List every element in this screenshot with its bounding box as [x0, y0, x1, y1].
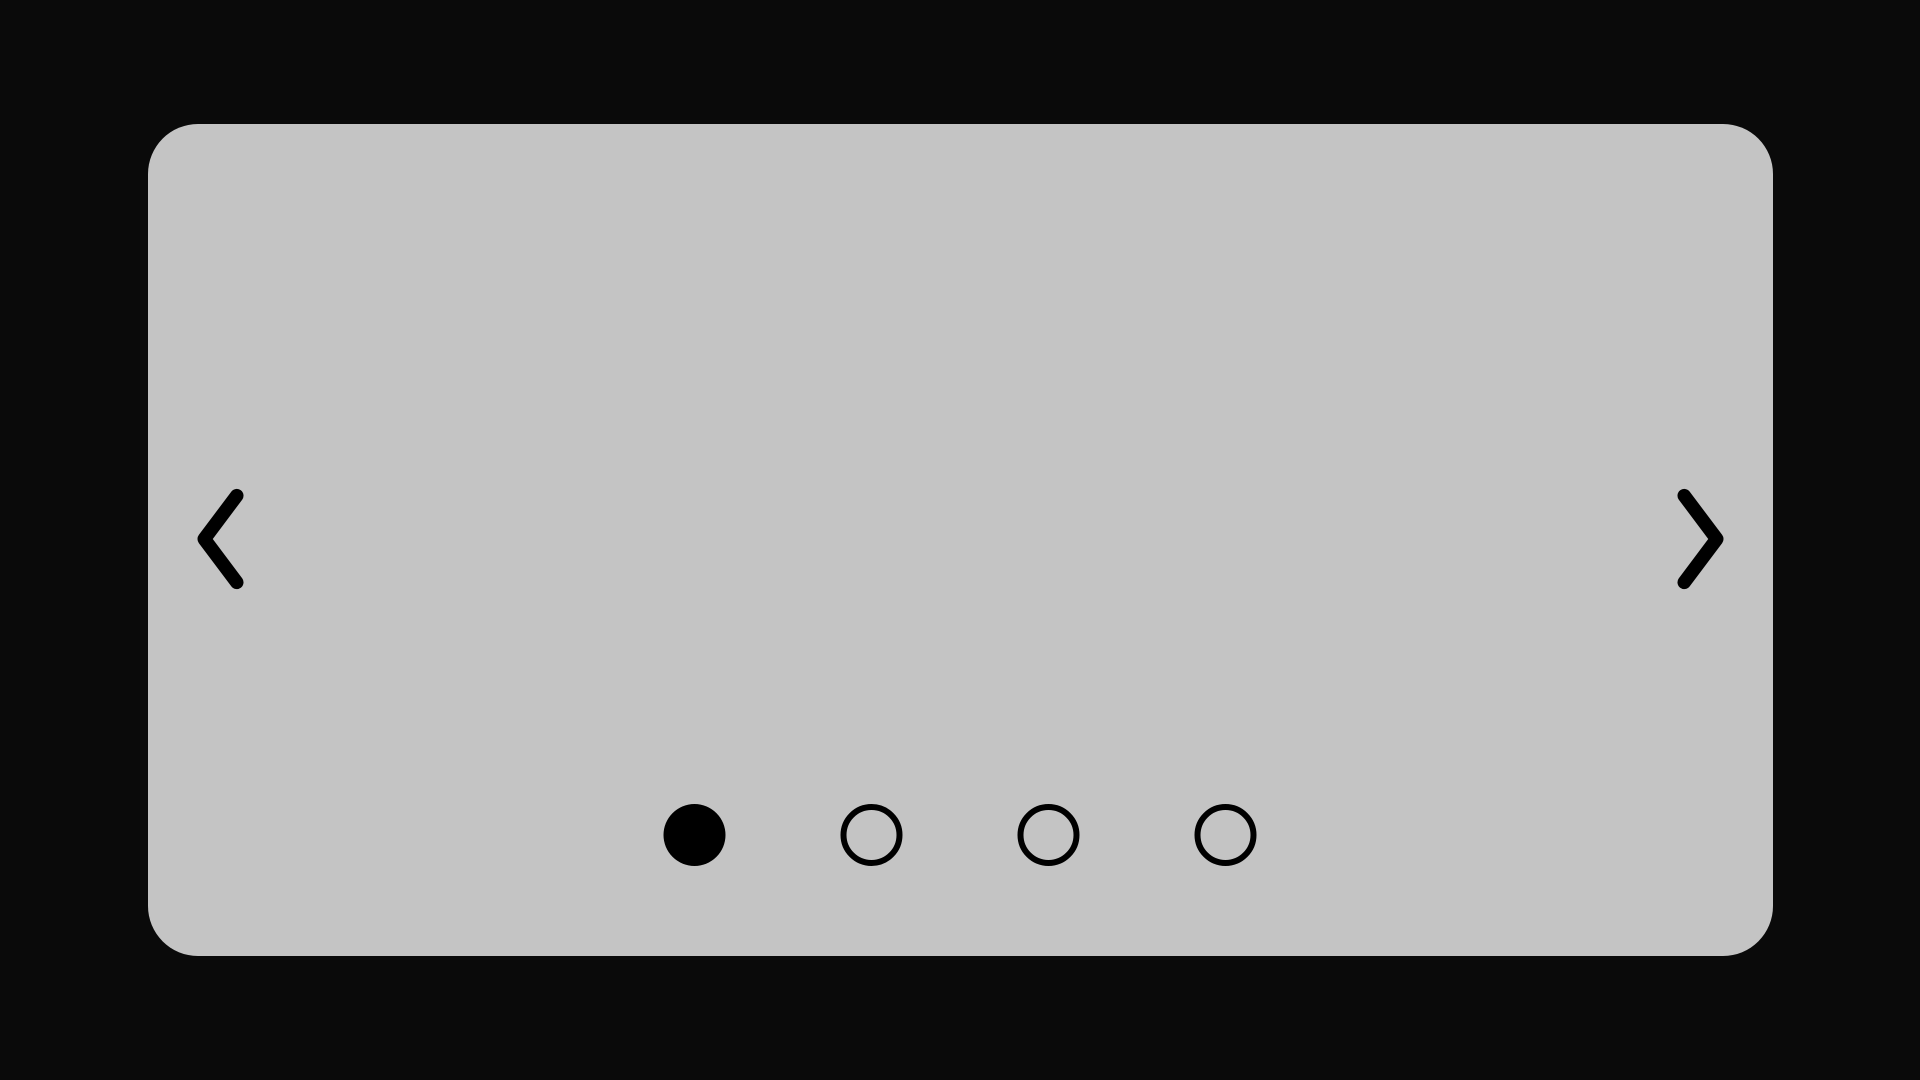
carousel-container	[148, 124, 1773, 956]
prev-button[interactable]	[178, 474, 263, 607]
pagination-dot-3[interactable]	[1018, 804, 1080, 866]
chevron-right-icon	[1668, 484, 1733, 597]
pagination-dot-1[interactable]	[664, 804, 726, 866]
chevron-left-icon	[188, 484, 253, 597]
pagination-dot-4[interactable]	[1195, 804, 1257, 866]
pagination-dot-2[interactable]	[841, 804, 903, 866]
next-button[interactable]	[1658, 474, 1743, 607]
pagination-dots	[664, 804, 1257, 866]
